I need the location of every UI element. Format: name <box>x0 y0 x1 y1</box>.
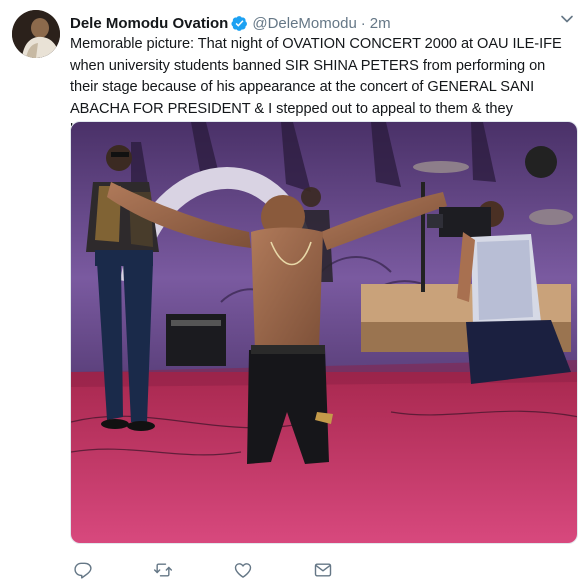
separator-dot: · <box>360 14 366 32</box>
direct-message-icon[interactable] <box>313 560 333 580</box>
tweet-timestamp[interactable]: 2m <box>370 15 391 32</box>
display-name[interactable]: Dele Momodu Ovation <box>70 15 228 32</box>
avatar[interactable] <box>12 10 60 58</box>
avatar-image <box>12 10 60 58</box>
retweet-icon[interactable] <box>153 560 173 580</box>
concert-photo-image <box>71 122 577 543</box>
tweet-header: Dele Momodu Ovation @DeleMomodu · 2m <box>70 13 391 33</box>
tweet-photo[interactable] <box>70 121 578 544</box>
verified-badge-icon <box>231 15 248 31</box>
like-icon[interactable] <box>233 560 253 580</box>
chevron-down-icon[interactable] <box>560 12 574 26</box>
reply-icon[interactable] <box>73 560 93 580</box>
tweet-card[interactable]: Dele Momodu Ovation @DeleMomodu · 2m Mem… <box>0 0 588 587</box>
tweet-actions <box>70 560 490 580</box>
user-handle[interactable]: @DeleMomodu <box>252 15 356 32</box>
